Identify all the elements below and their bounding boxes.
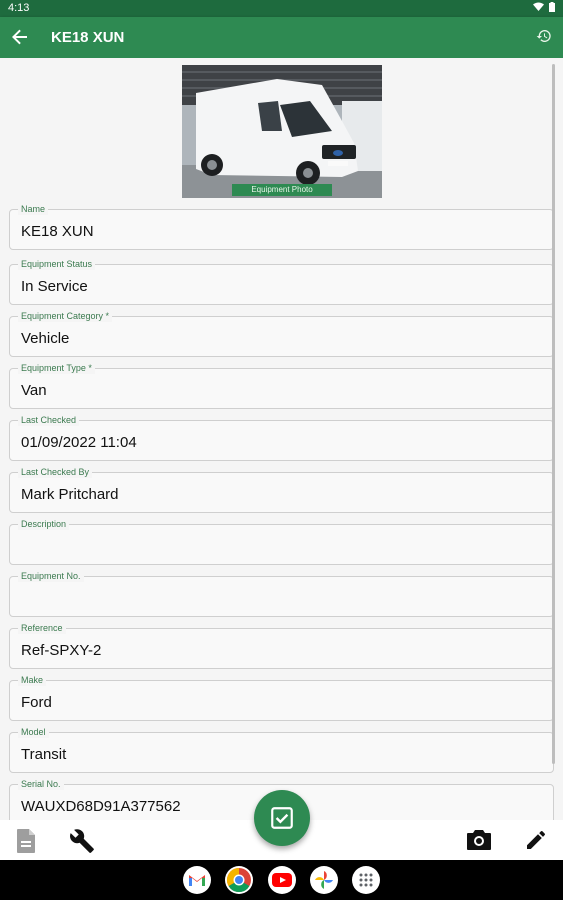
status-bar: 4:13 <box>0 0 563 17</box>
maintenance-button[interactable] <box>69 828 95 854</box>
field-label: Model <box>18 726 49 738</box>
field-label: Equipment Category * <box>18 310 113 322</box>
arrow-left-icon <box>12 29 27 45</box>
equipment-category-field[interactable]: Equipment Category * Vehicle <box>9 310 554 357</box>
description-field[interactable]: Description <box>9 518 554 565</box>
page-title: KE18 XUN <box>51 29 125 46</box>
field-label: Make <box>18 674 47 686</box>
camera-button[interactable] <box>466 828 492 854</box>
field-value: Van <box>21 382 47 399</box>
van-photo-image <box>182 65 382 198</box>
field-value: 01/09/2022 11:04 <box>21 434 137 451</box>
field-label: Name <box>18 203 49 215</box>
field-value: WAUXD68D91A377562 <box>21 798 181 815</box>
field-value: Ford <box>21 694 52 711</box>
document-icon <box>17 829 35 853</box>
name-field[interactable]: Name KE18 XUN <box>9 203 554 250</box>
photo-caption: Equipment Photo <box>232 184 332 196</box>
app-grid-icon <box>359 873 373 887</box>
field-label: Last Checked By <box>18 466 93 478</box>
last-checked-field[interactable]: Last Checked 01/09/2022 11:04 <box>9 414 554 461</box>
photos-icon <box>315 871 333 889</box>
complete-check-fab[interactable] <box>254 790 310 846</box>
scrollbar[interactable] <box>552 64 555 764</box>
apps-drawer-icon[interactable] <box>352 866 380 894</box>
edit-button[interactable] <box>524 828 550 854</box>
app-bar: KE18 XUN <box>0 17 563 58</box>
equipment-no-field[interactable]: Equipment No. <box>9 570 554 617</box>
field-label: Equipment No. <box>18 570 84 582</box>
last-checked-by-field[interactable]: Last Checked By Mark Pritchard <box>9 466 554 513</box>
youtube-app-icon[interactable] <box>268 866 296 894</box>
youtube-icon <box>272 873 292 887</box>
system-dock <box>0 860 563 900</box>
back-button[interactable] <box>12 26 32 48</box>
chrome-app-icon[interactable] <box>225 866 253 894</box>
history-button[interactable] <box>536 28 554 46</box>
photos-app-icon[interactable] <box>310 866 338 894</box>
field-value: Vehicle <box>21 330 70 347</box>
field-label: Equipment Type * <box>18 362 95 374</box>
field-value: In Service <box>21 278 88 295</box>
field-label: Reference <box>18 622 66 634</box>
field-label: Serial No. <box>18 778 64 790</box>
history-icon <box>536 29 551 42</box>
chrome-icon <box>226 868 251 893</box>
field-value: Ref-SPXY-2 <box>21 642 102 659</box>
gmail-app-icon[interactable] <box>183 866 211 894</box>
checkbox-check-icon <box>271 807 293 829</box>
battery-icon <box>549 2 555 12</box>
pencil-icon <box>527 831 545 849</box>
equipment-photo[interactable]: Equipment Photo <box>182 65 382 198</box>
reference-field[interactable]: Reference Ref-SPXY-2 <box>9 622 554 669</box>
documents-button[interactable] <box>14 828 40 854</box>
system-icons <box>533 2 555 15</box>
wifi-icon <box>533 2 545 11</box>
field-value: Mark Pritchard <box>21 486 119 503</box>
model-field[interactable]: Model Transit <box>9 726 554 773</box>
equipment-form[interactable]: Equipment Photo Name KE18 XUN Equipment … <box>0 58 563 820</box>
camera-icon <box>467 830 491 850</box>
field-value: Transit <box>21 746 67 763</box>
field-label: Last Checked <box>18 414 80 426</box>
equipment-type-field[interactable]: Equipment Type * Van <box>9 362 554 409</box>
wrench-icon <box>70 829 94 853</box>
field-label: Description <box>18 518 70 530</box>
status-time: 4:13 <box>8 2 30 14</box>
make-field[interactable]: Make Ford <box>9 674 554 721</box>
field-value: KE18 XUN <box>21 223 94 240</box>
equipment-status-field[interactable]: Equipment Status In Service <box>9 258 554 305</box>
gmail-icon <box>189 875 205 886</box>
field-label: Equipment Status <box>18 258 96 270</box>
